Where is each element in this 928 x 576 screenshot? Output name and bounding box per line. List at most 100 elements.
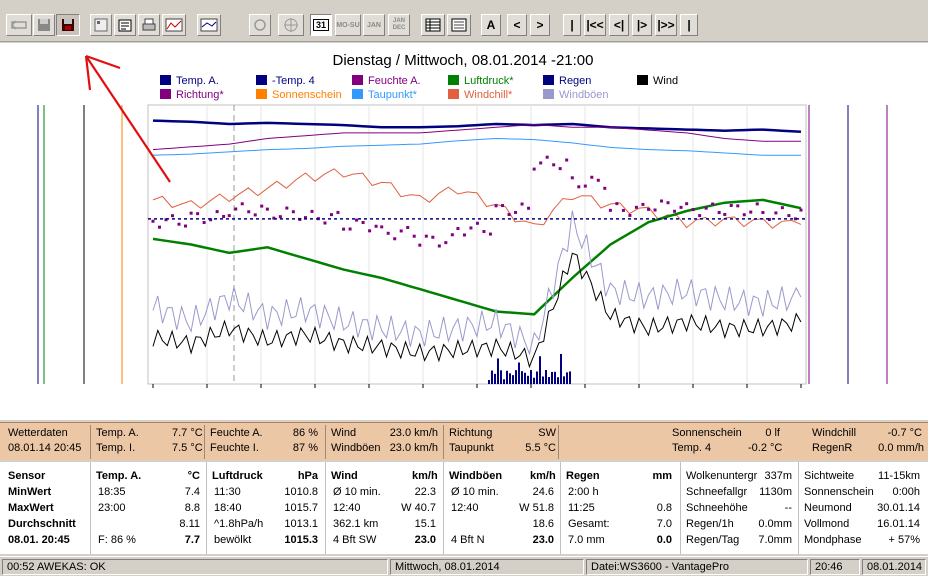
direction-point	[590, 175, 594, 179]
nav-end-button[interactable]: |	[680, 14, 698, 36]
direction-point	[247, 210, 251, 214]
weather-chart[interactable]: Dienstag / Mittwoch, 08.01.2014 -21:00 T…	[0, 43, 928, 420]
direction-point	[691, 208, 695, 212]
legend-item[interactable]: Wind	[637, 75, 678, 87]
exit-button[interactable]	[6, 14, 32, 36]
direction-point	[711, 202, 715, 206]
nav-last-button[interactable]: |>>	[655, 14, 677, 36]
legend-item[interactable]: Sonnenschein	[256, 89, 342, 101]
font-button[interactable]: A	[481, 14, 501, 36]
direction-point	[380, 225, 384, 229]
panel-separator	[204, 425, 205, 459]
save-as-button[interactable]	[56, 14, 80, 36]
current-value: 08.01.14 20:45	[8, 442, 82, 454]
temp-value: 7.7	[184, 534, 200, 546]
legend-label: Sonnenschein	[272, 89, 342, 101]
month-view-button[interactable]: JAN	[363, 14, 385, 36]
legend-item[interactable]: Temp. A.	[160, 75, 219, 87]
misc2-label: Mondphase	[804, 534, 862, 546]
wind-value: W 40.7	[401, 502, 436, 514]
next-button[interactable]: >	[530, 14, 550, 36]
legend-label: Luftdruck*	[464, 75, 514, 87]
gust-unit: km/h	[530, 470, 556, 482]
legend-item[interactable]: Regen	[543, 75, 591, 87]
direction-point	[444, 241, 448, 245]
panel-separator	[558, 425, 559, 459]
year-view-button[interactable]: JAN DEC	[388, 14, 410, 36]
wind-time: 362.1 km	[333, 518, 379, 530]
year-calendar-icon: JAN DEC	[392, 18, 406, 31]
direction-point	[329, 213, 333, 217]
direction-point	[570, 176, 574, 180]
legend-item[interactable]: Taupunkt*	[352, 89, 417, 101]
current-label: Windböen	[331, 442, 381, 454]
direction-point	[615, 202, 619, 206]
nav-fwd-button[interactable]: |>	[632, 14, 652, 36]
legend-item[interactable]: Windchill*	[448, 89, 512, 101]
stat-row-label: Durchschnitt	[8, 518, 76, 530]
nav-start-button[interactable]: |	[563, 14, 581, 36]
rain-value: 0.0	[656, 534, 672, 546]
status-bar: 00:52 AWEKAS: OK Mittwoch, 08.01.2014 Da…	[0, 556, 928, 576]
legend-item[interactable]: Luftdruck*	[448, 75, 514, 87]
direction-point	[507, 213, 511, 217]
chart-title: Dienstag / Mittwoch, 08.01.2014 -21:00	[333, 52, 594, 69]
legend-item[interactable]: Richtung*	[160, 89, 224, 101]
save-button[interactable]	[33, 14, 55, 36]
rain-bar	[542, 376, 544, 384]
station-button[interactable]	[90, 14, 112, 36]
pressure-time: ^1.8hPa/h	[214, 518, 264, 530]
print-button[interactable]	[138, 14, 160, 36]
rain-bar	[536, 371, 538, 384]
nav-first-button[interactable]: |<<	[584, 14, 606, 36]
target-button[interactable]	[278, 14, 304, 36]
legend-swatch	[160, 89, 171, 99]
misc-value: 337m	[764, 470, 792, 482]
direction-point	[336, 210, 340, 214]
wind-value: 22.3	[414, 486, 436, 498]
calendar-icon: 31	[312, 19, 329, 31]
direction-point	[673, 209, 677, 213]
current-label: Wind	[331, 427, 357, 439]
stat-separator	[206, 462, 207, 554]
direction-point	[348, 227, 352, 231]
edit-icon	[118, 19, 132, 32]
wind-unit: km/h	[412, 470, 438, 482]
table-icon	[425, 18, 441, 32]
legend-label: Windchill*	[464, 89, 513, 101]
current-label: Windchill	[812, 427, 857, 439]
current-value: 23.0 km/h	[389, 442, 438, 454]
table-button[interactable]	[421, 14, 445, 36]
misc2-value: 16.01.14	[877, 518, 920, 530]
direction-point	[634, 205, 638, 209]
week-view-button[interactable]: MO-SU	[335, 14, 361, 36]
direction-point	[406, 225, 410, 229]
current-values-panel: Wetterdaten 08.01.14 20:45 Temp. A. 7.7 °C T…	[0, 422, 928, 460]
minmax-button[interactable]	[447, 14, 471, 36]
rain-bar	[518, 362, 520, 384]
temp-time: F: 86 %	[98, 534, 136, 546]
legend-item[interactable]: Windböen	[543, 89, 609, 101]
direction-point	[577, 185, 581, 189]
prev-button[interactable]: <	[507, 14, 527, 36]
legend-label: Regen	[559, 75, 592, 87]
misc2-label: Sichtweite	[804, 470, 855, 482]
direction-point	[774, 211, 778, 215]
graph-button[interactable]	[162, 14, 186, 36]
misc2-value: 11-15km	[878, 470, 920, 482]
legend-label: Feuchte A.	[368, 75, 421, 87]
reload-button[interactable]	[249, 14, 271, 36]
nav-back-button[interactable]: <|	[609, 14, 629, 36]
direction-point	[450, 233, 454, 237]
rain-bar	[551, 371, 553, 384]
rain-bar	[488, 380, 490, 384]
edit-button[interactable]	[114, 14, 136, 36]
legend-item[interactable]: -Temp. 4	[256, 75, 315, 87]
direction-point	[368, 229, 372, 233]
direction-point	[265, 207, 269, 211]
direction-point	[736, 204, 740, 208]
legend-swatch	[256, 89, 267, 99]
day-view-button[interactable]: 31	[310, 14, 332, 36]
compare-graph-button[interactable]	[197, 14, 221, 36]
legend-item[interactable]: Feuchte A.	[352, 75, 421, 87]
